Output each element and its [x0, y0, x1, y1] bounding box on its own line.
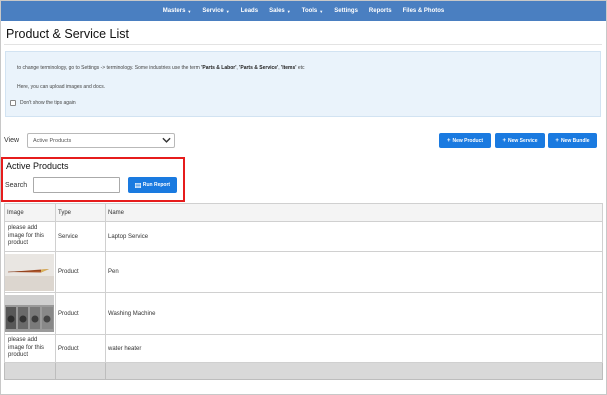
new-product-button[interactable]: + New Product [439, 133, 491, 148]
run-report-label: Run Report [142, 182, 171, 188]
nav-reports[interactable]: Reports [369, 8, 392, 14]
footer-cell [55, 362, 106, 380]
cell-name[interactable]: Laptop Service [105, 221, 603, 252]
washing-machine-thumbnail[interactable] [5, 295, 54, 332]
nav-sales[interactable]: Sales ▼ [269, 8, 291, 14]
cell-image [4, 292, 56, 335]
dont-show-tips-checkbox[interactable] [10, 100, 16, 106]
tip-text: etc [296, 65, 305, 71]
tip-terminology: to change terminology, go to Settings ->… [17, 65, 305, 71]
new-service-button[interactable]: + New Service [495, 133, 545, 148]
cell-image [4, 251, 56, 293]
table-footer-row [4, 362, 603, 380]
image-placeholder-text: please add image for this product [4, 334, 56, 363]
cell-name[interactable]: Pen [105, 251, 603, 293]
nav-masters[interactable]: Masters ▼ [163, 8, 192, 14]
nav-leads[interactable]: Leads [241, 8, 258, 14]
product-table: Image Type Name please add image for thi… [4, 203, 603, 380]
column-header-name[interactable]: Name [105, 203, 603, 222]
cell-type: Service [55, 221, 106, 252]
run-report-button[interactable]: Run Report [128, 177, 177, 193]
column-header-image[interactable]: Image [4, 203, 56, 222]
plus-icon: + [446, 137, 451, 144]
tip-term: 'Parts & Labor' [201, 65, 237, 71]
caret-down-icon: ▼ [319, 8, 324, 14]
cell-name[interactable]: water heater [105, 334, 603, 363]
nav-settings[interactable]: Settings [334, 8, 358, 14]
plus-icon: + [502, 137, 507, 144]
table-header-row: Image Type Name [4, 203, 603, 222]
cell-type: Product [55, 334, 106, 363]
view-selected-value: Active Products [33, 138, 72, 144]
nav-label: Service [202, 8, 224, 14]
caret-down-icon: ▼ [187, 8, 192, 14]
cell-type: Product [55, 251, 106, 293]
table-row[interactable]: please add image for this product Produc… [4, 334, 603, 363]
caret-down-icon: ▼ [286, 8, 291, 14]
new-bundle-label: New Bundle [560, 137, 590, 144]
nav-label: Sales [269, 8, 285, 14]
nav-service[interactable]: Service ▼ [202, 8, 229, 14]
footer-cell [4, 362, 56, 380]
search-label: Search [5, 182, 28, 189]
plus-icon: + [555, 137, 559, 144]
cell-type: Product [55, 292, 106, 335]
new-service-label: New Service [508, 137, 538, 144]
nav-label: Tools [301, 8, 318, 14]
new-bundle-button[interactable]: + New Bundle [548, 133, 597, 148]
new-product-label: New Product [452, 137, 484, 144]
view-select[interactable]: Active Products [27, 133, 175, 148]
footer-cell [105, 362, 603, 380]
table-row[interactable]: please add image for this product Servic… [4, 221, 603, 252]
nav-label: Leads [240, 8, 259, 14]
tip-text: to change terminology, go to Settings ->… [17, 65, 202, 71]
nav-tools[interactable]: Tools ▼ [302, 8, 324, 14]
pen-thumbnail[interactable] [5, 253, 54, 291]
dont-show-tips-label: Don't show the tips again [20, 100, 76, 106]
caret-down-icon: ▼ [225, 8, 230, 14]
dont-show-tips[interactable]: Don't show the tips again [10, 100, 76, 106]
search-input[interactable] [33, 177, 120, 193]
title-divider [4, 44, 602, 45]
nav-label: Masters [162, 8, 186, 14]
nav-files-photos[interactable]: Files & Photos [403, 8, 445, 14]
top-navbar: Masters ▼ Service ▼ Leads Sales ▼ Tools ▼ Se… [1, 1, 606, 21]
nav-label: Reports [368, 8, 392, 14]
tip-term: 'Items' [281, 65, 297, 71]
page-title: Product & Service List [6, 27, 129, 41]
tip-upload: Here, you can upload images and docs. [17, 84, 106, 90]
nav-label: Settings [334, 8, 358, 14]
table-row[interactable]: Product Pen [4, 251, 603, 293]
section-title: Active Products [6, 161, 69, 171]
tips-panel: to change terminology, go to Settings ->… [5, 51, 601, 117]
image-placeholder-text: please add image for this product [4, 221, 56, 252]
cell-name[interactable]: Washing Machine [105, 292, 603, 335]
column-header-type[interactable]: Type [55, 203, 106, 222]
table-icon [134, 182, 141, 188]
chevron-down-icon [162, 137, 171, 143]
table-row[interactable]: Product Washing Machine [4, 292, 603, 335]
view-label: View [4, 137, 20, 144]
tip-term: 'Parts & Service' [239, 65, 279, 71]
nav-label: Files & Photos [402, 8, 445, 14]
